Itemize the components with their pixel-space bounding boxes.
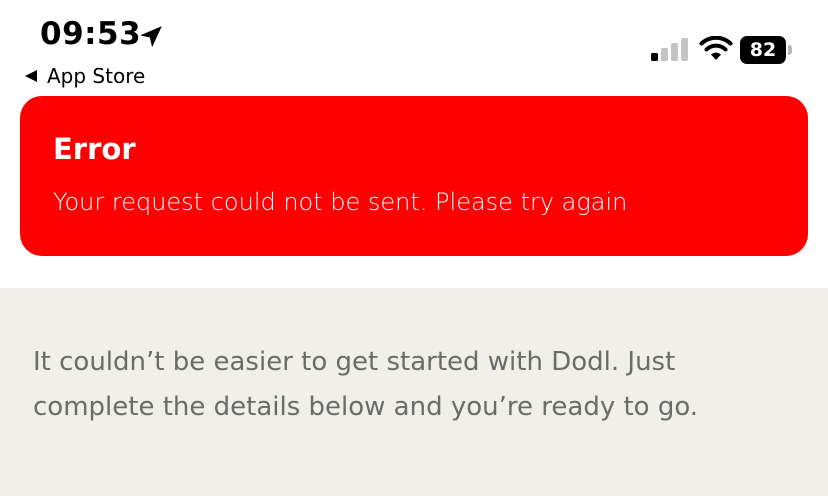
intro-text: It couldn’t be easier to get started wit… xyxy=(33,347,699,422)
back-triangle-icon xyxy=(25,70,37,82)
battery-body: 82 xyxy=(740,36,786,64)
content-area: It couldn’t be easier to get started wit… xyxy=(0,288,828,496)
battery-icon: 82 xyxy=(740,36,794,64)
wifi-icon xyxy=(699,36,733,60)
status-bar: 09:53 App Store 82 xyxy=(0,0,828,96)
battery-cap xyxy=(788,45,792,55)
status-time: 09:53 xyxy=(40,16,142,52)
battery-level: 82 xyxy=(749,39,777,61)
back-label: App Store xyxy=(47,64,146,88)
error-title: Error xyxy=(53,132,136,166)
location-arrow-icon xyxy=(140,26,162,48)
error-message: Your request could not be sent. Please t… xyxy=(53,188,628,216)
error-banner[interactable]: Error Your request could not be sent. Pl… xyxy=(20,96,808,256)
cellular-signal-icon xyxy=(651,38,688,61)
back-to-app-store-link[interactable]: App Store xyxy=(24,64,145,88)
